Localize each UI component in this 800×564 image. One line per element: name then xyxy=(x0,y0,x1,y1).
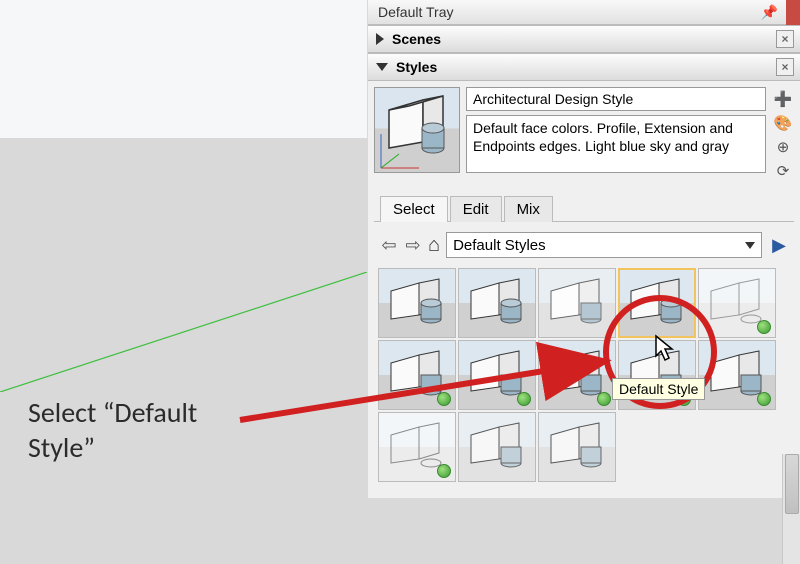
add-to-collection-icon[interactable]: ⊕ xyxy=(773,137,793,157)
instruction-text: Select “Default Style” xyxy=(28,395,197,465)
style-thumb[interactable] xyxy=(698,268,776,338)
style-side-tools: ➕ 🎨 ⊕ ⟳ xyxy=(772,87,794,181)
style-thumb[interactable] xyxy=(538,340,616,410)
style-name-input[interactable]: Architectural Design Style xyxy=(466,87,766,111)
in-model-badge xyxy=(437,464,451,478)
library-dropdown-value: Default Styles xyxy=(453,237,546,254)
close-button[interactable] xyxy=(786,0,800,25)
paint-style-icon[interactable]: 🎨 xyxy=(773,113,793,133)
scenes-section-header[interactable]: Scenes × xyxy=(368,25,800,53)
tray-title-text: Default Tray xyxy=(378,4,453,20)
style-thumb[interactable] xyxy=(378,412,456,482)
in-model-badge xyxy=(437,392,451,406)
in-model-badge xyxy=(597,392,611,406)
scrollbar-thumb[interactable] xyxy=(785,454,799,514)
styles-close-button[interactable]: × xyxy=(776,58,794,76)
chevron-right-icon xyxy=(376,33,384,45)
style-thumb-default-style[interactable] xyxy=(618,268,696,338)
vertical-scrollbar[interactable] xyxy=(782,454,800,564)
chevron-down-icon xyxy=(745,242,755,249)
instruction-l1: Select “Default xyxy=(28,395,197,430)
library-dropdown[interactable]: Default Styles xyxy=(446,232,762,258)
home-icon[interactable]: ⌂ xyxy=(428,234,440,257)
style-thumb[interactable] xyxy=(538,268,616,338)
tab-edit[interactable]: Edit xyxy=(450,196,502,222)
tray-titlebar[interactable]: Default Tray 📌 xyxy=(368,0,800,25)
add-style-icon[interactable]: ➕ xyxy=(773,89,793,109)
nav-back-button[interactable]: ⇦ xyxy=(380,235,398,256)
style-thumb[interactable] xyxy=(458,340,536,410)
style-thumb[interactable] xyxy=(458,268,536,338)
style-thumb[interactable] xyxy=(538,412,616,482)
library-nav-row: ⇦ ⇨ ⌂ Default Styles ▶ xyxy=(374,222,794,264)
scenes-label: Scenes xyxy=(392,31,441,47)
in-model-badge xyxy=(757,320,771,334)
cursor-pointer-icon xyxy=(654,334,678,364)
pin-icon[interactable]: 📌 xyxy=(761,4,778,21)
in-model-badge xyxy=(517,392,531,406)
instruction-l2: Style” xyxy=(28,430,197,465)
details-menu-button[interactable]: ▶ xyxy=(768,234,790,256)
styles-section-header[interactable]: Styles × xyxy=(368,53,800,81)
style-thumb[interactable] xyxy=(378,268,456,338)
nav-forward-button[interactable]: ⇨ xyxy=(404,235,422,256)
in-model-badge xyxy=(677,392,691,406)
scenes-close-button[interactable]: × xyxy=(776,30,794,48)
styles-tabs: Select Edit Mix xyxy=(374,195,794,222)
styles-label: Styles xyxy=(396,59,437,75)
green-axis-line xyxy=(0,272,367,392)
tab-mix[interactable]: Mix xyxy=(504,196,553,222)
style-thumb[interactable] xyxy=(698,340,776,410)
style-thumb[interactable] xyxy=(378,340,456,410)
viewport-sky-region xyxy=(0,0,367,138)
style-thumb[interactable] xyxy=(458,412,536,482)
chevron-down-icon xyxy=(376,63,388,71)
styles-grid xyxy=(374,264,794,492)
in-model-badge xyxy=(757,392,771,406)
styles-panel-body: Architectural Design Style Default face … xyxy=(368,81,800,498)
refresh-icon[interactable]: ⟳ xyxy=(773,161,793,181)
style-description-input[interactable]: Default face colors. Profile, Extension … xyxy=(466,115,766,173)
tab-select[interactable]: Select xyxy=(380,196,448,222)
default-tray-panel: Default Tray 📌 Scenes × Styles × xyxy=(368,0,800,498)
current-style-thumbnail[interactable] xyxy=(374,87,460,173)
